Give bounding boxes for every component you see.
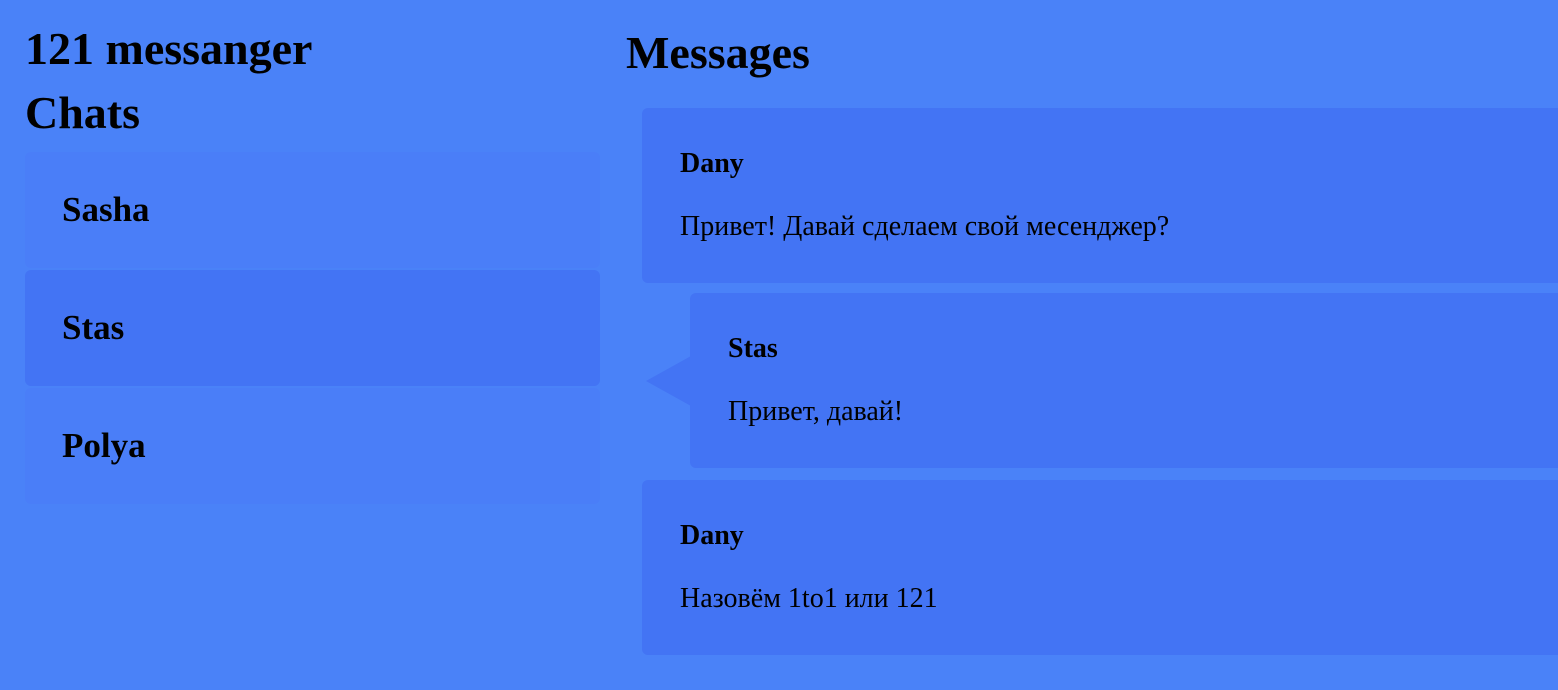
message-item: Dany Привет! Давай сделаем свой месендже… [642, 108, 1558, 283]
chat-list: Sasha Stas Polya [25, 152, 600, 506]
app-title: 121 messanger [25, 23, 313, 74]
chat-item-label: Polya [62, 426, 146, 465]
message-item: Stas Привет, давай! [690, 293, 1558, 468]
chat-item-sasha[interactable]: Sasha [25, 152, 600, 268]
selected-message-pointer-icon [646, 356, 691, 406]
message-author: Dany [680, 520, 744, 551]
message-author: Dany [680, 148, 744, 179]
chat-item-label: Stas [62, 308, 125, 347]
message-item: Dany Назовём 1to1 или 121 [642, 480, 1558, 655]
message-author: Stas [728, 333, 778, 364]
message-text: Привет, давай! [728, 396, 904, 427]
chats-heading: Chats [25, 87, 141, 138]
messages-heading: Messages [626, 27, 810, 78]
chat-item-label: Sasha [62, 190, 150, 229]
chat-item-polya[interactable]: Polya [25, 388, 600, 504]
chat-item-stas[interactable]: Stas [25, 270, 600, 386]
message-text: Привет! Давай сделаем свой месенджер? [680, 211, 1170, 242]
message-text: Назовём 1to1 или 121 [680, 583, 938, 614]
